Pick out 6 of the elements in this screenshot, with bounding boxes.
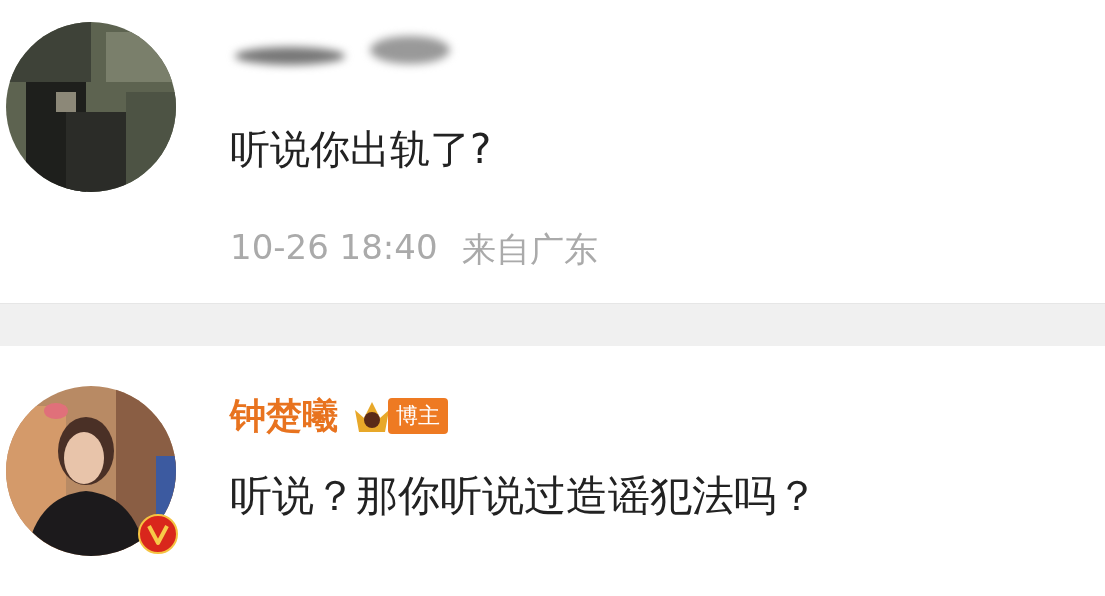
comment-text: 听说？那你听说过造谣犯法吗？ (230, 470, 818, 522)
author-name[interactable]: 钟楚曦 (230, 391, 338, 441)
comment-time: 10-26 18:40 (230, 227, 438, 269)
comment-text: 听说你出轨了? (230, 125, 493, 174)
blogger-badge: 博主 (388, 398, 448, 434)
comment-location: 来自广东 (461, 228, 598, 271)
